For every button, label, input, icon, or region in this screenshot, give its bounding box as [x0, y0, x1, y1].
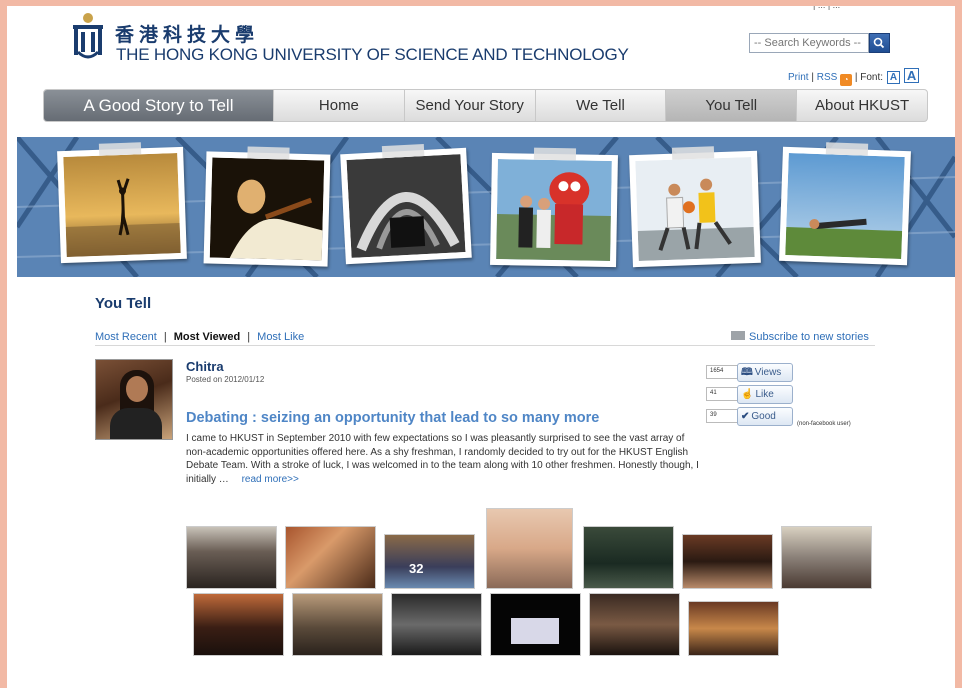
hkust-logo-icon[interactable] — [71, 12, 105, 60]
main-nav: A Good Story to Tell Home Send Your Stor… — [43, 89, 928, 122]
thumbnail-label-32: 32 — [409, 561, 424, 576]
search-button[interactable] — [869, 33, 890, 53]
photo-tape — [381, 143, 425, 159]
logo-english-name[interactable]: THE HONG KONG UNIVERSITY OF SCIENCE AND … — [116, 45, 629, 65]
photo-tape — [671, 146, 715, 160]
photo-tape — [247, 146, 290, 160]
filter-most-like[interactable]: Most Like — [257, 331, 304, 343]
sunset-photo-image — [63, 153, 181, 257]
read-more-link[interactable]: read more>> — [242, 474, 299, 485]
banner-photo-sunset — [57, 142, 187, 264]
story-title[interactable]: Debating : seizing an opportunity that l… — [186, 410, 599, 426]
story-excerpt: I came to HKUST in September 2010 with f… — [186, 432, 706, 486]
gallery-thumbnail[interactable] — [589, 593, 680, 656]
banner-photo-arch — [340, 143, 472, 265]
non-facebook-note: (non-facebook user) — [797, 421, 851, 427]
gallery-thumbnail[interactable] — [292, 593, 383, 656]
good-label: Good — [751, 411, 776, 422]
avatar-body — [110, 408, 162, 439]
views-label: Views — [754, 367, 782, 378]
top-links-cut[interactable]: | ... | ... — [813, 6, 840, 10]
nav-item-we-tell[interactable]: We Tell — [534, 90, 666, 121]
logo-chinese-name[interactable]: 香港科技大學 — [115, 20, 259, 47]
gallery-thumbnail[interactable] — [583, 526, 674, 589]
filter-separator: | — [247, 331, 251, 343]
mail-icon — [731, 331, 745, 340]
utility-links: Print | RSS ◔ | Font: A A — [788, 68, 920, 86]
gallery-thumbnail[interactable] — [781, 526, 872, 589]
good-count: 39 — [706, 409, 742, 423]
filter-separator: | — [163, 331, 167, 343]
nav-item-home[interactable]: Home — [273, 90, 404, 121]
filter-most-viewed[interactable]: Most Viewed — [174, 331, 240, 343]
author-avatar[interactable] — [95, 359, 173, 440]
banner-photo-basketball — [629, 146, 761, 268]
lawn-photo-image — [785, 153, 905, 259]
banner-photo-mascot — [490, 147, 618, 268]
nav-item-you-tell[interactable]: You Tell — [665, 90, 797, 121]
thumbnail-screen — [511, 618, 559, 644]
like-button[interactable]: ☝ Like — [737, 385, 793, 404]
rss-icon[interactable]: ◔ — [840, 74, 853, 86]
gallery-thumbnail[interactable]: 32 — [384, 534, 475, 589]
sort-filters: Most Recent | Most Viewed | Most Like — [95, 331, 304, 343]
post-date: Posted on 2012/01/12 — [186, 375, 265, 384]
gallery-thumbnail[interactable] — [688, 601, 779, 656]
banner-photo-lawn — [779, 142, 911, 266]
thumbs-up-icon: ☝ — [741, 389, 754, 400]
gallery-thumbnail[interactable] — [193, 593, 284, 656]
search-icon — [873, 37, 885, 49]
gallery-thumbnail[interactable] — [486, 508, 573, 589]
page-title: You Tell — [95, 295, 152, 312]
banner-photo-violin — [203, 146, 331, 267]
like-label: Like — [755, 389, 774, 400]
book-icon: 🕮 — [741, 367, 753, 378]
basketball-photo-image — [635, 157, 755, 261]
gallery-thumbnail[interactable] — [490, 593, 581, 656]
gallery-thumbnail[interactable] — [682, 534, 773, 589]
banner — [17, 137, 955, 277]
font-size-label: Font: — [860, 72, 884, 83]
avatar-face — [126, 376, 148, 402]
search-input[interactable] — [749, 33, 869, 53]
font-large-button[interactable]: A — [903, 68, 920, 83]
check-icon: ✔ — [741, 411, 750, 422]
nav-brand-title[interactable]: A Good Story to Tell — [44, 90, 273, 121]
arch-photo-image — [346, 154, 466, 258]
print-link[interactable]: Print — [788, 72, 809, 83]
nav-item-send-your-story[interactable]: Send Your Story — [403, 90, 535, 121]
gallery-thumbnail[interactable] — [186, 526, 277, 589]
gallery-thumbnail[interactable] — [391, 593, 482, 656]
photo-tape — [533, 147, 577, 161]
filter-most-recent[interactable]: Most Recent — [95, 331, 157, 343]
page: 香港科技大學 THE HONG KONG UNIVERSITY OF SCIEN… — [7, 6, 955, 688]
views-count: 1654 — [706, 365, 742, 379]
violin-photo-image — [209, 157, 325, 261]
good-button[interactable]: ✔ Good — [737, 407, 793, 426]
subscribe-link[interactable]: Subscribe to new stories — [731, 331, 869, 343]
nav-item-about-hkust[interactable]: About HKUST — [796, 90, 927, 121]
author-name[interactable]: Chitra — [186, 359, 224, 374]
gallery-thumbnail[interactable] — [285, 526, 376, 589]
mascot-photo-image — [496, 159, 612, 261]
photo-tape — [825, 142, 869, 156]
rss-link[interactable]: RSS — [817, 72, 838, 83]
photo-tape — [98, 142, 142, 156]
divider — [95, 345, 875, 346]
subscribe-label: Subscribe to new stories — [749, 331, 869, 343]
views-button[interactable]: 🕮 Views — [737, 363, 793, 382]
font-small-button[interactable]: A — [886, 71, 901, 84]
like-count: 41 — [706, 387, 742, 401]
